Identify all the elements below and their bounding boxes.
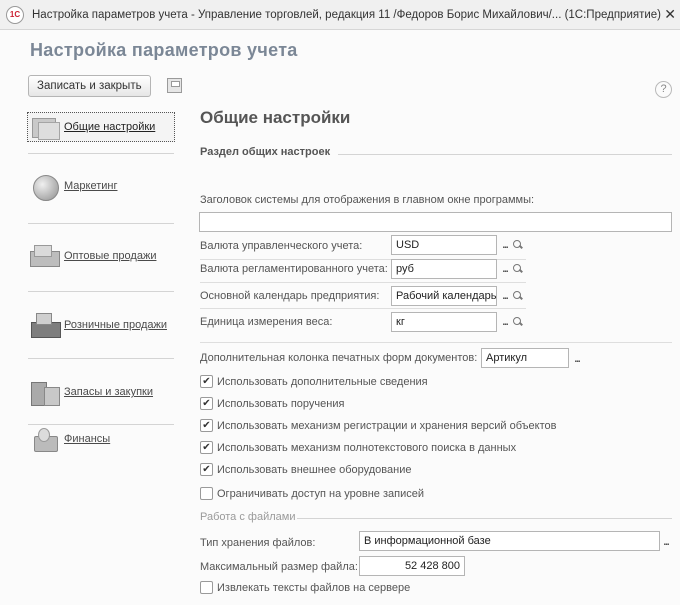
weight-unit-select[interactable]: ... [499,313,524,331]
checkbox[interactable]: ✔ [200,463,213,476]
sidebar-item-label: Общие настройки [64,121,156,133]
window-titlebar: 1С Настройка параметров учета - Управлен… [0,0,680,30]
checkbox[interactable]: ✔ [200,441,213,454]
search-icon[interactable] [512,290,524,302]
checkbox[interactable] [200,581,213,594]
sidebar-divider [28,291,174,292]
help-icon[interactable]: ? [655,81,672,98]
sidebar-item-label: Финансы [64,433,111,445]
sidebar-item-general[interactable]: Общие настройки [27,112,175,142]
choose-button[interactable]: ... [499,291,511,302]
sidebar-divider [28,153,174,154]
checkbox[interactable] [200,487,213,500]
sidebar-item-retail[interactable]: Розничные продажи [28,310,167,340]
files-group-divider [297,518,672,519]
row-divider [200,282,526,283]
group-divider [338,154,672,155]
sidebar-item-label: Запасы и закупки [64,386,154,398]
field-label: Единица измерения веса: [200,316,333,328]
checkbox-record-level-access[interactable]: Ограничивать доступ на уровне записей [200,487,424,500]
system-title-input[interactable] [199,212,672,232]
calendar-select[interactable]: ... [499,287,524,305]
extra-column-label: Дополнительная колонка печатных форм док… [200,352,478,364]
checkbox-label: Ограничивать доступ на уровне записей [217,487,425,500]
choose-button[interactable]: ... [499,317,511,328]
storage-type-select[interactable]: ... [660,533,672,551]
form-title: Настройка параметров учета [30,40,298,60]
search-icon[interactable] [512,263,524,275]
close-icon[interactable]: ✕ [664,6,676,23]
finance-icon [28,424,62,454]
save-and-close-button[interactable]: Записать и закрыть [28,75,151,97]
field-label: Валюта регламентированного учета: [200,263,388,275]
retail-icon [28,310,62,340]
window-title: Настройка параметров учета - Управление … [32,8,662,21]
row-divider [200,308,526,309]
files-group-title: Работа с файлами [200,511,296,523]
section-title: Общие настройки [200,108,351,127]
sidebar-divider [28,358,174,359]
sidebar-item-stock[interactable]: Запасы и закупки [28,377,153,407]
checkbox-label: Использовать механизм полнотекстового по… [217,441,517,454]
field-label: Основной календарь предприятия: [200,290,380,302]
checkbox-additional-info[interactable]: ✔ Использовать дополнительные сведения [200,375,428,388]
sidebar-item-label: Розничные продажи [64,319,167,331]
general-settings-icon [28,112,62,142]
sidebar-divider [28,223,174,224]
sidebar-item-finance[interactable]: Финансы [28,424,110,454]
checkbox-extract-texts[interactable]: Извлекать тексты файлов на сервере [200,581,410,594]
sidebar-item-label: Маркетинг [64,180,118,192]
search-icon[interactable] [512,239,524,251]
save-icon[interactable] [167,78,182,93]
checkbox-label: Использовать дополнительные сведения [217,375,428,388]
section-divider [200,342,672,343]
marketing-icon [28,171,62,201]
max-size-label: Максимальный размер файла: [200,561,358,573]
app-logo-icon: 1С [6,5,24,24]
search-icon[interactable] [512,316,524,328]
checkbox-versioning[interactable]: ✔ Использовать механизм регистрации и хр… [200,419,557,432]
management-currency-select[interactable]: ... [499,236,524,254]
checkbox-fulltext-search[interactable]: ✔ Использовать механизм полнотекстового … [200,441,516,454]
choose-button[interactable]: ... [571,354,583,365]
checkbox-label: Использовать механизм регистрации и хран… [217,419,557,432]
weight-unit-input[interactable]: кг [391,312,497,332]
sidebar-item-marketing[interactable]: Маркетинг [28,171,117,201]
group-title: Раздел общих настроек [200,146,331,158]
sidebar-item-wholesale[interactable]: Оптовые продажи [28,241,156,271]
management-currency-input[interactable]: USD [391,235,497,255]
regulated-currency-input[interactable]: руб [391,259,497,279]
checkbox[interactable]: ✔ [200,419,213,432]
wholesale-icon [28,241,62,271]
choose-button[interactable]: ... [660,537,672,548]
choose-button[interactable]: ... [499,264,511,275]
checkbox-label: Извлекать тексты файлов на сервере [217,581,411,594]
checkbox-assignments[interactable]: ✔ Использовать поручения [200,397,344,410]
max-size-input[interactable]: 52 428 800 [359,556,465,576]
checkbox-label: Использовать поручения [217,397,345,410]
storage-type-label: Тип хранения файлов: [200,537,316,549]
field-label: Валюта управленческого учета: [200,240,363,252]
checkbox-label: Использовать внешнее оборудование [217,463,412,476]
extra-column-input[interactable]: Артикул [481,348,569,368]
system-title-label: Заголовок системы для отображения в глав… [200,194,535,206]
choose-button[interactable]: ... [499,240,511,251]
calendar-input[interactable]: Рабочий календарь [391,286,497,306]
extra-column-select[interactable]: ... [571,350,583,368]
checkbox-external-equipment[interactable]: ✔ Использовать внешнее оборудование [200,463,411,476]
checkbox[interactable]: ✔ [200,397,213,410]
storage-type-input[interactable]: В информационной базе [359,531,660,551]
checkbox[interactable]: ✔ [200,375,213,388]
stock-icon [28,377,62,407]
sidebar-item-label: Оптовые продажи [64,250,157,262]
regulated-currency-select[interactable]: ... [499,260,524,278]
